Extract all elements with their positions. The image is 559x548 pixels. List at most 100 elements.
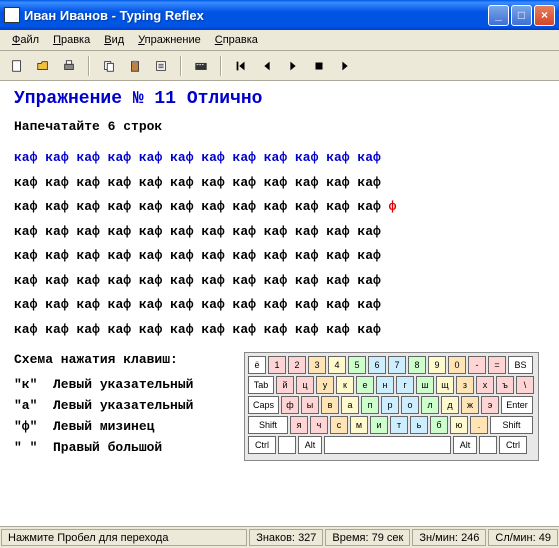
key-space[interactable] [324, 436, 451, 454]
key-щ[interactable]: щ [436, 376, 454, 394]
key-г[interactable]: г [396, 376, 414, 394]
key-ы[interactable]: ы [301, 396, 319, 414]
key-м[interactable]: м [350, 416, 368, 434]
paste-button[interactable] [124, 55, 146, 77]
key-ш[interactable]: ш [416, 376, 434, 394]
play-button[interactable] [282, 55, 304, 77]
key-Alt[interactable]: Alt [298, 436, 322, 454]
exercise-instruction: Напечатайте 6 строк [14, 119, 545, 134]
key-ц[interactable]: ц [296, 376, 314, 394]
key-л[interactable]: л [421, 396, 439, 414]
key-ъ[interactable]: ъ [496, 376, 514, 394]
key-и[interactable]: и [370, 416, 388, 434]
key-2[interactable]: 2 [288, 356, 306, 374]
maximize-button[interactable]: □ [511, 5, 532, 26]
key-6[interactable]: 6 [368, 356, 386, 374]
print-button[interactable] [58, 55, 80, 77]
close-button[interactable]: × [534, 5, 555, 26]
key-ж[interactable]: ж [461, 396, 479, 414]
key-space[interactable] [278, 436, 296, 454]
typing-text: каф каф каф каф каф каф каф каф каф каф … [14, 146, 545, 342]
key-у[interactable]: у [316, 376, 334, 394]
menu-file[interactable]: Файл [6, 32, 45, 48]
menu-edit[interactable]: Правка [47, 32, 96, 48]
key-5[interactable]: 5 [348, 356, 366, 374]
window-title: Иван Иванов - Typing Reflex [24, 8, 488, 23]
app-icon [4, 7, 20, 23]
key-п[interactable]: п [361, 396, 379, 414]
key-Enter[interactable]: Enter [501, 396, 533, 414]
status-hint: Нажмите Пробел для перехода [1, 529, 247, 546]
titlebar: Иван Иванов - Typing Reflex _ □ × [0, 0, 559, 30]
scheme-title: Схема нажатия клавиш: [14, 352, 244, 367]
key-ё[interactable]: ё [248, 356, 266, 374]
key-Shift[interactable]: Shift [248, 416, 288, 434]
key-3[interactable]: 3 [308, 356, 326, 374]
key-е[interactable]: е [356, 376, 374, 394]
key-\[interactable]: \ [516, 376, 534, 394]
key-й[interactable]: й [276, 376, 294, 394]
key-с[interactable]: с [330, 416, 348, 434]
new-button[interactable] [6, 55, 28, 77]
key-4[interactable]: 4 [328, 356, 346, 374]
key-Shift[interactable]: Shift [490, 416, 533, 434]
key-Caps[interactable]: Caps [248, 396, 279, 414]
scheme-row: " " Правый большой [14, 440, 244, 455]
content-area: Упражнение № 11 Отлично Напечатайте 6 ст… [0, 81, 559, 526]
key-ф[interactable]: ф [281, 396, 299, 414]
key-Ctrl[interactable]: Ctrl [248, 436, 276, 454]
key-0[interactable]: 0 [448, 356, 466, 374]
key-н[interactable]: н [376, 376, 394, 394]
minimize-button[interactable]: _ [488, 5, 509, 26]
key-=[interactable]: = [488, 356, 506, 374]
key-о[interactable]: о [401, 396, 419, 414]
key-7[interactable]: 7 [388, 356, 406, 374]
prev-button[interactable] [256, 55, 278, 77]
key-Tab[interactable]: Tab [248, 376, 274, 394]
key--[interactable]: - [468, 356, 486, 374]
key-т[interactable]: т [390, 416, 408, 434]
key-Alt[interactable]: Alt [453, 436, 477, 454]
key-з[interactable]: з [456, 376, 474, 394]
key-р[interactable]: р [381, 396, 399, 414]
key-а[interactable]: а [341, 396, 359, 414]
key-д[interactable]: д [441, 396, 459, 414]
key-ю[interactable]: ю [450, 416, 468, 434]
key-.[interactable]: . [470, 416, 488, 434]
keyboard-button[interactable] [190, 55, 212, 77]
key-space[interactable] [479, 436, 497, 454]
stop-button[interactable] [308, 55, 330, 77]
key-1[interactable]: 1 [268, 356, 286, 374]
exercise-title: Упражнение № 11 Отлично [14, 89, 545, 109]
menu-help[interactable]: Справка [209, 32, 264, 48]
next-button[interactable] [334, 55, 356, 77]
key-9[interactable]: 9 [428, 356, 446, 374]
key-ч[interactable]: ч [310, 416, 328, 434]
key-8[interactable]: 8 [408, 356, 426, 374]
window-controls: _ □ × [488, 5, 555, 26]
key-в[interactable]: в [321, 396, 339, 414]
key-к[interactable]: к [336, 376, 354, 394]
key-х[interactable]: х [476, 376, 494, 394]
open-button[interactable] [32, 55, 54, 77]
scheme-row: "а" Левый указательный [14, 398, 244, 413]
scheme-row: "ф" Левый мизинец [14, 419, 244, 434]
list-button[interactable] [150, 55, 172, 77]
statusbar: Нажмите Пробел для перехода Знаков: 327 … [0, 526, 559, 548]
copy-button[interactable] [98, 55, 120, 77]
status-chars: Знаков: 327 [249, 529, 323, 546]
status-wpm: Сл/мин: 49 [488, 529, 558, 546]
key-Ctrl[interactable]: Ctrl [499, 436, 527, 454]
menu-exercise[interactable]: Упражнение [132, 32, 207, 48]
scheme-row: "к" Левый указательный [14, 377, 244, 392]
key-ь[interactable]: ь [410, 416, 428, 434]
key-б[interactable]: б [430, 416, 448, 434]
status-cpm: Зн/мин: 246 [412, 529, 486, 546]
key-э[interactable]: э [481, 396, 499, 414]
first-button[interactable] [230, 55, 252, 77]
scheme-area: Схема нажатия клавиш: "к" Левый указател… [14, 352, 545, 461]
toolbar [0, 51, 559, 81]
key-BS[interactable]: BS [508, 356, 533, 374]
menu-view[interactable]: Вид [98, 32, 130, 48]
key-я[interactable]: я [290, 416, 308, 434]
